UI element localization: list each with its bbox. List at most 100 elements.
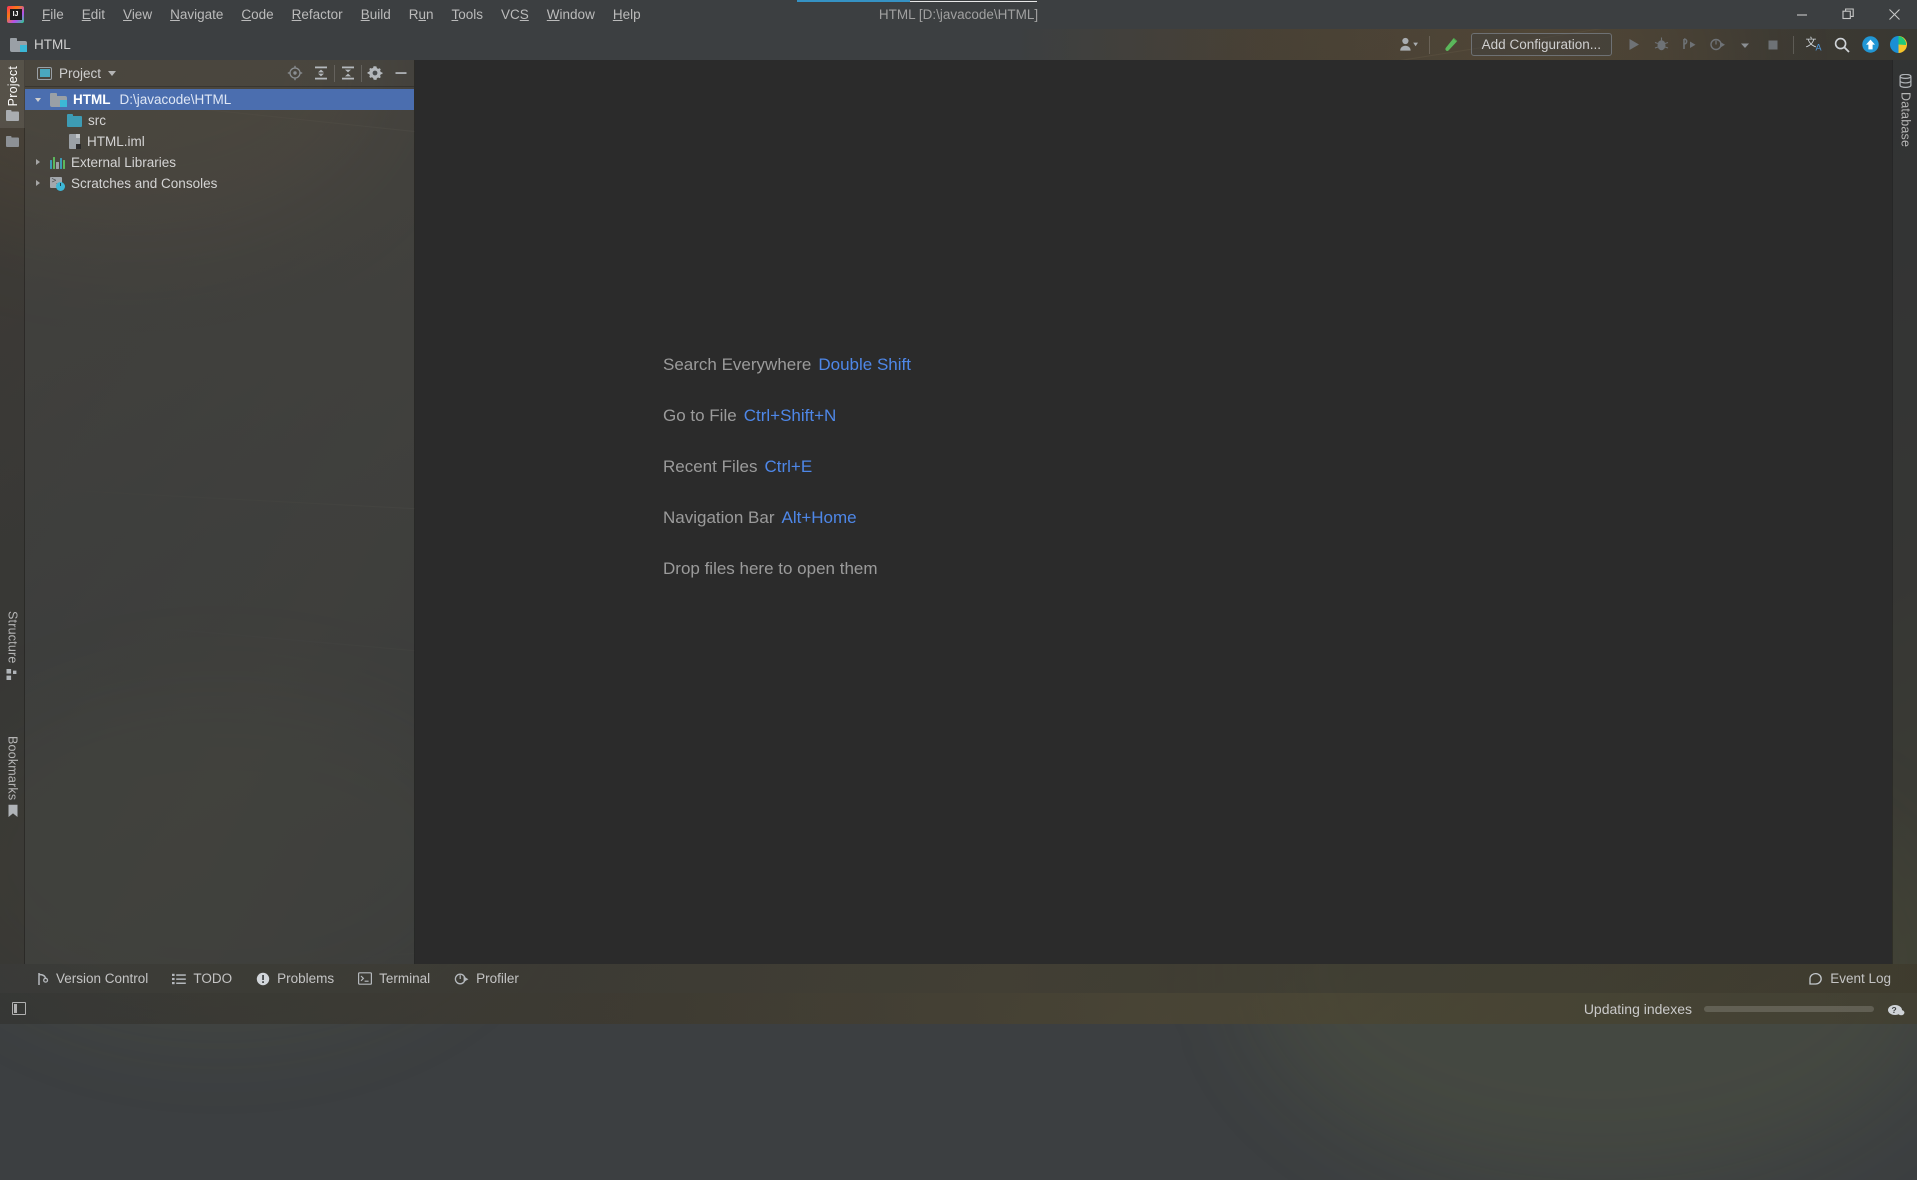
source-folder-icon <box>67 114 82 127</box>
sidebar-item-bookmarks[interactable]: Bookmarks <box>0 730 25 824</box>
chevron-right-icon[interactable] <box>33 157 44 168</box>
branch-icon <box>36 972 49 986</box>
stop-icon[interactable] <box>1760 32 1786 58</box>
bottom-bar-left-group: Version Control TODO <box>0 964 531 993</box>
user-account-icon[interactable] <box>1396 32 1422 58</box>
layout-widget-icon[interactable] <box>12 1002 26 1015</box>
project-panel-header: Project <box>25 60 414 87</box>
chevron-right-icon[interactable] <box>33 178 44 189</box>
project-panel-title: Project <box>59 66 101 81</box>
menu-item-navigate[interactable]: Navigate <box>161 0 232 29</box>
menu-item-tools[interactable]: Tools <box>443 0 493 29</box>
menu-item-view[interactable]: View <box>114 0 161 29</box>
shortcut-search-everywhere: Search EverywhereDouble Shift <box>663 355 911 375</box>
tree-item-label: External Libraries <box>71 155 176 170</box>
progress-label: Updating indexes <box>1584 1001 1692 1017</box>
sidebar-item-label: Database <box>1899 92 1913 147</box>
project-folder-icon <box>50 93 67 107</box>
sidebar-item-label: Project <box>6 66 20 106</box>
tree-item-html-iml[interactable]: HTML.iml <box>25 131 414 152</box>
tree-item-path: D:\javacode\HTML <box>120 92 232 107</box>
menu-bar: File Edit View Navigate Code Refactor Bu… <box>33 0 650 29</box>
bottom-item-event-log[interactable]: Event Log <box>1797 964 1903 993</box>
svg-text:A: A <box>1815 43 1821 53</box>
project-tool-window: Project <box>25 60 415 964</box>
structure-icon <box>6 668 19 681</box>
menu-item-refactor[interactable]: Refactor <box>283 0 352 29</box>
minimize-button[interactable] <box>1779 0 1825 29</box>
shortcut-recent-files: Recent FilesCtrl+E <box>663 457 911 477</box>
tree-item-external-libraries[interactable]: External Libraries <box>25 152 414 173</box>
bottom-item-version-control[interactable]: Version Control <box>24 964 160 993</box>
tree-item-scratches-and-consoles[interactable]: >_ Scratches and Consoles <box>25 173 414 194</box>
more-dropdown-icon[interactable] <box>1732 32 1758 58</box>
tree-item-label: HTML.iml <box>87 134 145 149</box>
menu-item-help[interactable]: Help <box>604 0 650 29</box>
titlebar-highlight-line <box>910 1 1037 2</box>
bottom-item-label: Problems <box>277 971 334 986</box>
tree-item-label: HTML <box>73 92 111 107</box>
select-opened-file-icon[interactable] <box>282 60 308 87</box>
settings-gear-icon[interactable] <box>362 60 388 87</box>
folder-icon <box>6 136 20 148</box>
collapse-all-icon[interactable] <box>335 60 361 87</box>
right-tool-window-bar: Database <box>1892 60 1917 964</box>
project-tree: HTML D:\javacode\HTML src HTML.iml <box>25 87 414 964</box>
tree-item-label: src <box>88 113 106 128</box>
build-hammer-icon[interactable] <box>1437 32 1463 58</box>
bottom-item-label: Event Log <box>1830 971 1891 986</box>
sidebar-item-project[interactable]: Project <box>0 60 25 128</box>
expand-all-icon[interactable] <box>308 60 334 87</box>
title-bar: File Edit View Navigate Code Refactor Bu… <box>0 0 1917 29</box>
shortcut-key: Alt+Home <box>782 508 857 527</box>
indexing-progress: Updating indexes <box>1584 1001 1874 1017</box>
ide-feature-icon[interactable] <box>1885 32 1911 58</box>
bottom-item-todo[interactable]: TODO <box>160 964 244 993</box>
menu-item-file[interactable]: File <box>33 0 73 29</box>
help-icon[interactable]: ? <box>1886 1001 1905 1017</box>
menu-item-vcs[interactable]: VCS <box>492 0 538 29</box>
menu-item-build[interactable]: Build <box>352 0 400 29</box>
run-with-coverage-icon[interactable] <box>1676 32 1702 58</box>
breadcrumb[interactable]: HTML <box>0 37 71 52</box>
update-project-icon[interactable] <box>1857 32 1883 58</box>
shortcuts-hint-list: Search EverywhereDouble Shift Go to File… <box>663 355 911 579</box>
chevron-down-icon[interactable] <box>108 71 116 76</box>
sidebar-item-structure[interactable]: Structure <box>0 605 25 687</box>
project-folder-icon <box>10 38 27 52</box>
shortcut-label: Go to File <box>663 406 737 425</box>
titlebar-accent-line <box>797 0 910 2</box>
hide-panel-icon[interactable] <box>388 60 414 87</box>
tree-item-html-project[interactable]: HTML D:\javacode\HTML <box>25 89 414 110</box>
project-view-selector[interactable]: Project <box>25 66 116 81</box>
add-configuration-button[interactable]: Add Configuration... <box>1471 33 1612 56</box>
shortcut-label: Navigation Bar <box>663 508 775 527</box>
menu-item-run[interactable]: Run <box>400 0 443 29</box>
search-icon[interactable] <box>1829 32 1855 58</box>
status-bar: Updating indexes ? <box>0 993 1917 1024</box>
close-button[interactable] <box>1871 0 1917 29</box>
chevron-down-icon[interactable] <box>33 94 44 105</box>
menu-item-code[interactable]: Code <box>232 0 282 29</box>
editor-empty-state: Search EverywhereDouble Shift Go to File… <box>415 60 1892 964</box>
sidebar-item-folder[interactable] <box>0 130 25 154</box>
menu-item-edit[interactable]: Edit <box>73 0 114 29</box>
debug-icon[interactable] <box>1648 32 1674 58</box>
todo-list-icon <box>172 973 186 985</box>
bottom-item-profiler[interactable]: Profiler <box>442 964 531 993</box>
run-icon[interactable] <box>1620 32 1646 58</box>
restore-button[interactable] <box>1825 0 1871 29</box>
svg-text:?: ? <box>1892 1005 1897 1015</box>
project-view-icon <box>37 67 52 80</box>
profile-icon[interactable] <box>1704 32 1730 58</box>
sidebar-item-database[interactable]: Database <box>1893 68 1917 153</box>
tree-item-src[interactable]: src <box>25 110 414 131</box>
bottom-item-terminal[interactable]: Terminal <box>346 964 442 993</box>
toolbar-actions: Add Configuration... <box>1396 32 1917 58</box>
menu-item-window[interactable]: Window <box>538 0 604 29</box>
bottom-bar-right-group: Event Log <box>1797 964 1917 993</box>
translate-icon[interactable]: 文 A <box>1801 32 1827 58</box>
bottom-item-problems[interactable]: Problems <box>244 964 346 993</box>
external-libraries-icon <box>50 156 65 169</box>
progress-bar <box>1704 1006 1874 1012</box>
